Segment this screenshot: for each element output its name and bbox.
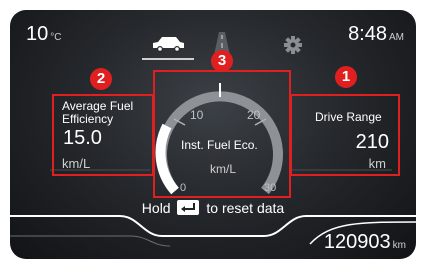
annotation-badge-1: 1 [335, 66, 357, 88]
gear-icon[interactable] [284, 36, 302, 54]
reset-hint-before: Hold [141, 200, 171, 216]
odometer-unit: km [392, 240, 406, 251]
annotation-box-drive-range [290, 94, 400, 176]
annotation-box-inst-fuel [153, 70, 291, 198]
outside-temperature: 10 °C [26, 23, 61, 46]
odometer-value: 120903 [323, 231, 391, 253]
annotation-box-avg-fuel [52, 94, 154, 176]
temperature-unit: °C [50, 32, 62, 43]
clock-ampm: AM [389, 32, 404, 43]
annotation-badge-2: 2 [90, 68, 112, 90]
meter-display-screen: 10 °C 8:48 AM 10 20 0 30 Inst. Fuel Eco.… [10, 10, 416, 259]
odometer: 120903 km [324, 231, 406, 254]
clock-time: 8:48 [348, 23, 387, 45]
reset-hint-after: to reset data [206, 200, 285, 216]
outside-temperature-value: 10 [26, 23, 49, 45]
clock: 8:48 AM [348, 23, 404, 46]
car-icon[interactable] [150, 34, 186, 52]
enter-key-icon [177, 200, 200, 215]
reset-hint: Hold to reset data [10, 200, 416, 216]
active-tab-indicator [142, 58, 194, 60]
annotation-badge-3: 3 [211, 50, 233, 72]
